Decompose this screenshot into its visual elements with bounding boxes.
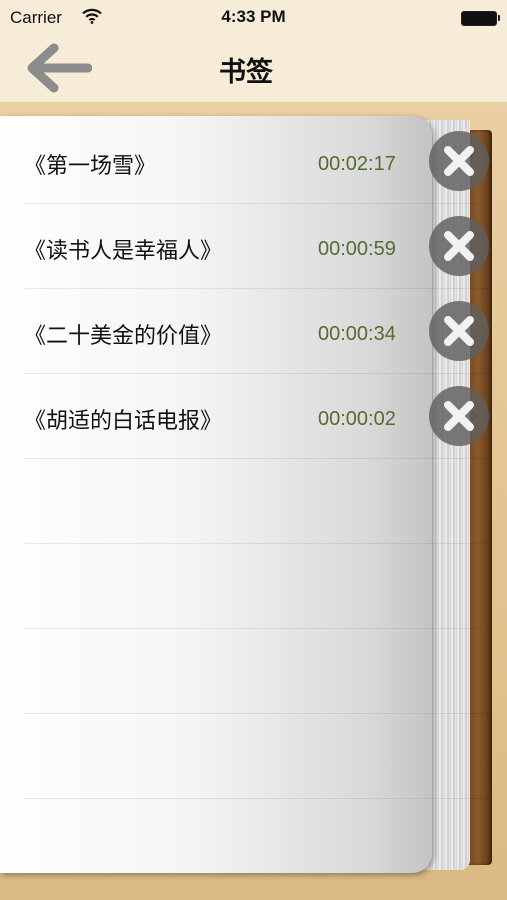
delete-bookmark-button[interactable] <box>429 131 489 191</box>
bookmark-row[interactable]: 《胡适的白话电报》 00:00:02 <box>24 373 490 459</box>
bookmark-title[interactable]: 《二十美金的价值》 <box>24 318 222 350</box>
bookmark-time: 00:00:59 <box>318 238 396 260</box>
bookmark-title[interactable]: 《胡适的白话电报》 <box>24 403 222 435</box>
empty-row <box>24 543 490 629</box>
empty-row <box>24 713 490 799</box>
delete-bookmark-button[interactable] <box>429 301 489 361</box>
bookmark-title[interactable]: 《读书人是幸福人》 <box>24 233 222 265</box>
delete-bookmark-button[interactable] <box>429 386 489 446</box>
empty-row <box>24 458 490 544</box>
bookmark-time: 00:00:02 <box>318 408 396 430</box>
delete-bookmark-button[interactable] <box>429 216 489 276</box>
navigation-bar: 书签 <box>0 36 507 102</box>
bookmark-title[interactable]: 《第一场雪》 <box>24 148 156 180</box>
bookmark-row[interactable]: 《第一场雪》 00:02:17 <box>24 118 490 204</box>
empty-row <box>24 628 490 714</box>
battery-full-icon <box>461 11 500 26</box>
close-icon <box>444 231 474 261</box>
close-icon <box>444 316 474 346</box>
bookmark-row[interactable]: 《读书人是幸福人》 00:00:59 <box>24 203 490 289</box>
status-time: 4:33 PM <box>221 7 286 26</box>
page-title: 书签 <box>219 57 273 88</box>
bookmark-time: 00:02:17 <box>318 153 396 175</box>
close-icon <box>444 146 474 176</box>
status-bar: Carrier 4:33 PM <box>0 0 507 36</box>
bookmark-row[interactable]: 《二十美金的价值》 00:00:34 <box>24 288 490 374</box>
close-icon <box>444 401 474 431</box>
bookmark-time: 00:00:34 <box>318 323 396 345</box>
